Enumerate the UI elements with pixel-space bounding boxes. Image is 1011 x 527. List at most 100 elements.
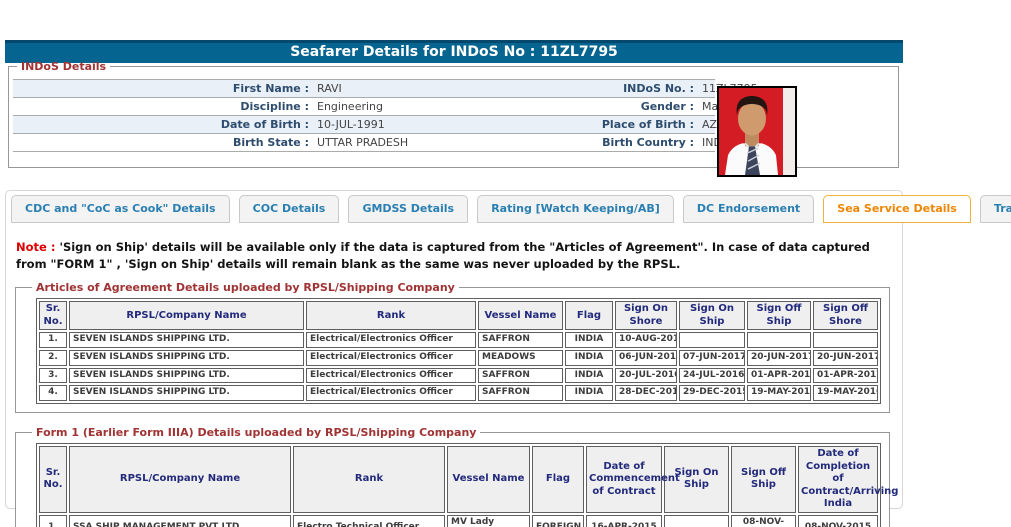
table-cell: 01-APR-2017 (747, 368, 811, 384)
date-of-birth-value: 10-JUL-1991 (313, 118, 498, 131)
birth-state-value: UTTAR PRADESH (313, 136, 498, 149)
note-prefix: Note : (16, 240, 55, 254)
table-row: 3.SEVEN ISLANDS SHIPPING LTD.Electrical/… (39, 368, 878, 384)
table-cell (747, 332, 811, 348)
table-cell (679, 332, 745, 348)
detail-row: Date of Birth : 10-JUL-1991 Place of Bir… (13, 116, 715, 134)
column-header: Sign Off Ship (731, 446, 796, 513)
table-cell: INDIA (565, 385, 613, 401)
table-cell: 01-APR-2017 (813, 368, 878, 384)
tab-strip: CDC and "CoC as Cook" Details COC Detail… (6, 191, 902, 223)
table-header-row: Sr. No.RPSL/Company NameRankVessel NameF… (39, 446, 878, 513)
sign-on-ship-note: Note : 'Sign on Ship' details will be av… (16, 239, 892, 272)
table-cell: INDIA (565, 368, 613, 384)
table-cell: SEVEN ISLANDS SHIPPING LTD. (69, 332, 304, 348)
table-cell: INDIA (565, 332, 613, 348)
column-header: Flag (565, 301, 613, 330)
articles-of-agreement-section: Articles of Agreement Details uploaded b… (15, 281, 890, 413)
table-cell: 20-JUL-2016 (615, 368, 677, 384)
table-cell: 3. (39, 368, 67, 384)
column-header: Vessel Name (447, 446, 530, 513)
column-header: Sign Off Ship (747, 301, 811, 330)
detail-row: Discipline : Engineering Gender : Male (13, 98, 715, 116)
table-cell: MEADOWS (478, 350, 563, 366)
table-cell: INDIA (565, 350, 613, 366)
table-row: 1.SEVEN ISLANDS SHIPPING LTD.Electrical/… (39, 332, 878, 348)
tab-training-details[interactable]: Training Details (980, 195, 1011, 223)
table-cell: 19-MAY-2016 (747, 385, 811, 401)
form1-legend: Form 1 (Earlier Form IIIA) Details uploa… (32, 426, 480, 439)
column-header: Flag (532, 446, 584, 513)
seafarer-details-page: Seafarer Details for INDoS No : 11ZL7795… (0, 0, 1011, 527)
column-header: RPSL/Company Name (69, 446, 291, 513)
tab-sea-service-details[interactable]: Sea Service Details (823, 195, 971, 223)
column-header: Sign Off Shore (813, 301, 878, 330)
table-cell: MV Lady Rosemary (447, 515, 530, 527)
table-cell: 4. (39, 385, 67, 401)
birth-state-label: Birth State : (13, 136, 313, 149)
table-cell: SAFFRON (478, 385, 563, 401)
table-cell: Electrical/Electronics Officer (306, 385, 476, 401)
gender-label: Gender : (498, 100, 698, 113)
table-cell: Electro Technical Officer (293, 515, 445, 527)
indos-no-label: INDoS No. : (498, 82, 698, 95)
table-cell: SAFFRON (478, 368, 563, 384)
table-cell: 08-NOV-2015 (798, 515, 878, 527)
tab-rating-watch-keeping-ab[interactable]: Rating [Watch Keeping/AB] (477, 195, 674, 223)
form1-table: Sr. No.RPSL/Company NameRankVessel NameF… (36, 443, 881, 527)
column-header: Date of Completion of Contract/Arriving … (798, 446, 878, 513)
column-header: Sr. No. (39, 301, 67, 330)
table-cell: SSA SHIP MANAGEMENT PVT LTD. (69, 515, 291, 527)
table-cell (813, 332, 878, 348)
table-cell: 29-DEC-2015 (679, 385, 745, 401)
first-name-label: First Name : (13, 82, 313, 95)
table-cell: 08-NOV-2015 (731, 515, 796, 527)
table-cell: SEVEN ISLANDS SHIPPING LTD. (69, 385, 304, 401)
table-cell: Electrical/Electronics Officer (306, 368, 476, 384)
table-cell: 1. (39, 515, 67, 527)
table-cell: Electrical/Electronics Officer (306, 332, 476, 348)
table-cell: 24-JUL-2016 (679, 368, 745, 384)
date-of-birth-label: Date of Birth : (13, 118, 313, 131)
table-cell: 20-JUN-2017 (747, 350, 811, 366)
table-cell: 19-MAY-2016 (813, 385, 878, 401)
table-cell: 1. (39, 332, 67, 348)
column-header: Rank (306, 301, 476, 330)
discipline-label: Discipline : (13, 100, 313, 113)
place-of-birth-label: Place of Birth : (498, 118, 698, 131)
table-header-row: Sr. No.RPSL/Company NameRankVessel NameF… (39, 301, 878, 330)
table-cell: 20-JUN-2017 (813, 350, 878, 366)
indos-details-grid: First Name : RAVI INDoS No. : 11ZL7795 D… (13, 79, 715, 152)
tab-cdc-coc-as-cook-details[interactable]: CDC and "CoC as Cook" Details (11, 195, 230, 223)
table-row: 1.SSA SHIP MANAGEMENT PVT LTD.Electro Te… (39, 515, 878, 527)
column-header: Sign On Shore (615, 301, 677, 330)
table-cell: 07-JUN-2017 (679, 350, 745, 366)
table-cell: SEVEN ISLANDS SHIPPING LTD. (69, 350, 304, 366)
table-cell: 06-JUN-2017 (615, 350, 677, 366)
table-cell: 16-APR-2015 (586, 515, 662, 527)
first-name-value: RAVI (313, 82, 498, 95)
table-row: 2.SEVEN ISLANDS SHIPPING LTD.Electrical/… (39, 350, 878, 366)
column-header: RPSL/Company Name (69, 301, 304, 330)
column-header: Rank (293, 446, 445, 513)
column-header: Sign On Ship (679, 301, 745, 330)
tab-gmdss-details[interactable]: GMDSS Details (348, 195, 468, 223)
form1-section: Form 1 (Earlier Form IIIA) Details uploa… (15, 426, 890, 527)
table-cell: SEVEN ISLANDS SHIPPING LTD. (69, 368, 304, 384)
seafarer-photo-graphic (719, 88, 795, 175)
table-cell: 28-DEC-2015 (615, 385, 677, 401)
articles-of-agreement-legend: Articles of Agreement Details uploaded b… (32, 281, 459, 294)
table-cell: 10-AUG-2017 (615, 332, 677, 348)
table-row: 4.SEVEN ISLANDS SHIPPING LTD.Electrical/… (39, 385, 878, 401)
detail-row: Birth State : UTTAR PRADESH Birth Countr… (13, 134, 715, 152)
indos-details-section: INDoS Details First Name : RAVI INDoS No… (8, 60, 899, 168)
tab-dc-endorsement[interactable]: DC Endorsement (683, 195, 814, 223)
column-header: Date of Commencement of Contract (586, 446, 662, 513)
table-cell: 2. (39, 350, 67, 366)
tab-coc-details[interactable]: COC Details (239, 195, 340, 223)
seafarer-photo (717, 86, 797, 177)
tabs-panel: CDC and "CoC as Cook" Details COC Detail… (5, 190, 903, 509)
note-body: 'Sign on Ship' details will be available… (16, 240, 870, 271)
discipline-value: Engineering (313, 100, 498, 113)
table-cell (664, 515, 729, 527)
